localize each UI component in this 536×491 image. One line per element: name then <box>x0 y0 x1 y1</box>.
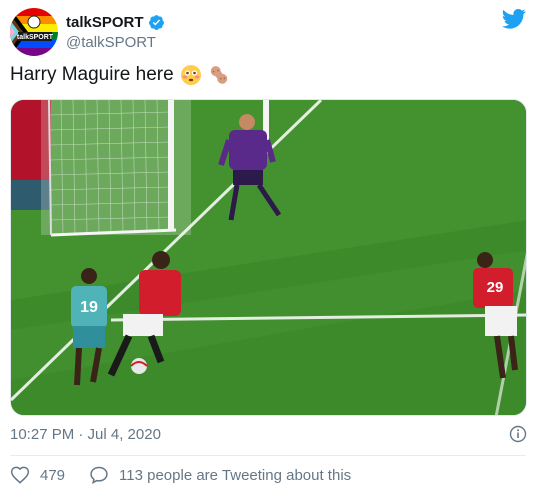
like-button[interactable]: 479 <box>10 465 65 485</box>
info-icon[interactable] <box>509 425 527 443</box>
flushed-face-emoji <box>180 64 202 86</box>
heart-icon <box>10 466 30 484</box>
author-display-name[interactable]: talkSPORT <box>66 14 144 31</box>
conversation-link[interactable]: 113 people are Tweeting about this <box>89 465 351 485</box>
svg-text:19: 19 <box>80 299 98 316</box>
tweet-body: Harry Maguire here <box>10 64 174 85</box>
action-divider <box>10 455 526 456</box>
twitter-bird-icon[interactable] <box>501 8 526 30</box>
author-handle[interactable]: @talkSPORT <box>66 34 165 51</box>
peanut-emoji <box>208 64 230 86</box>
author-avatar[interactable]: talkSPORT <box>10 8 58 56</box>
tweet-text: Harry Maguire here <box>10 64 230 86</box>
tweet-timestamp[interactable]: 10:27 PM · Jul 4, 2020 <box>10 426 161 443</box>
svg-text:29: 29 <box>487 279 504 296</box>
author-names: talkSPORT @talkSPORT <box>66 12 165 51</box>
conversation-label: 113 people are Tweeting about this <box>119 466 352 484</box>
tweet-header: talkSPORT talkSPORT @talkSPORT <box>10 8 526 58</box>
likes-count: 479 <box>40 466 66 484</box>
speech-bubble-icon <box>90 466 108 484</box>
tweet-video-media[interactable]: 19 29 <box>10 99 527 416</box>
avatar-wordmark: talkSPORT <box>17 34 54 41</box>
tweet-actions: 479 113 people are Tweeting about this <box>10 465 351 485</box>
verified-badge-icon <box>148 14 165 31</box>
